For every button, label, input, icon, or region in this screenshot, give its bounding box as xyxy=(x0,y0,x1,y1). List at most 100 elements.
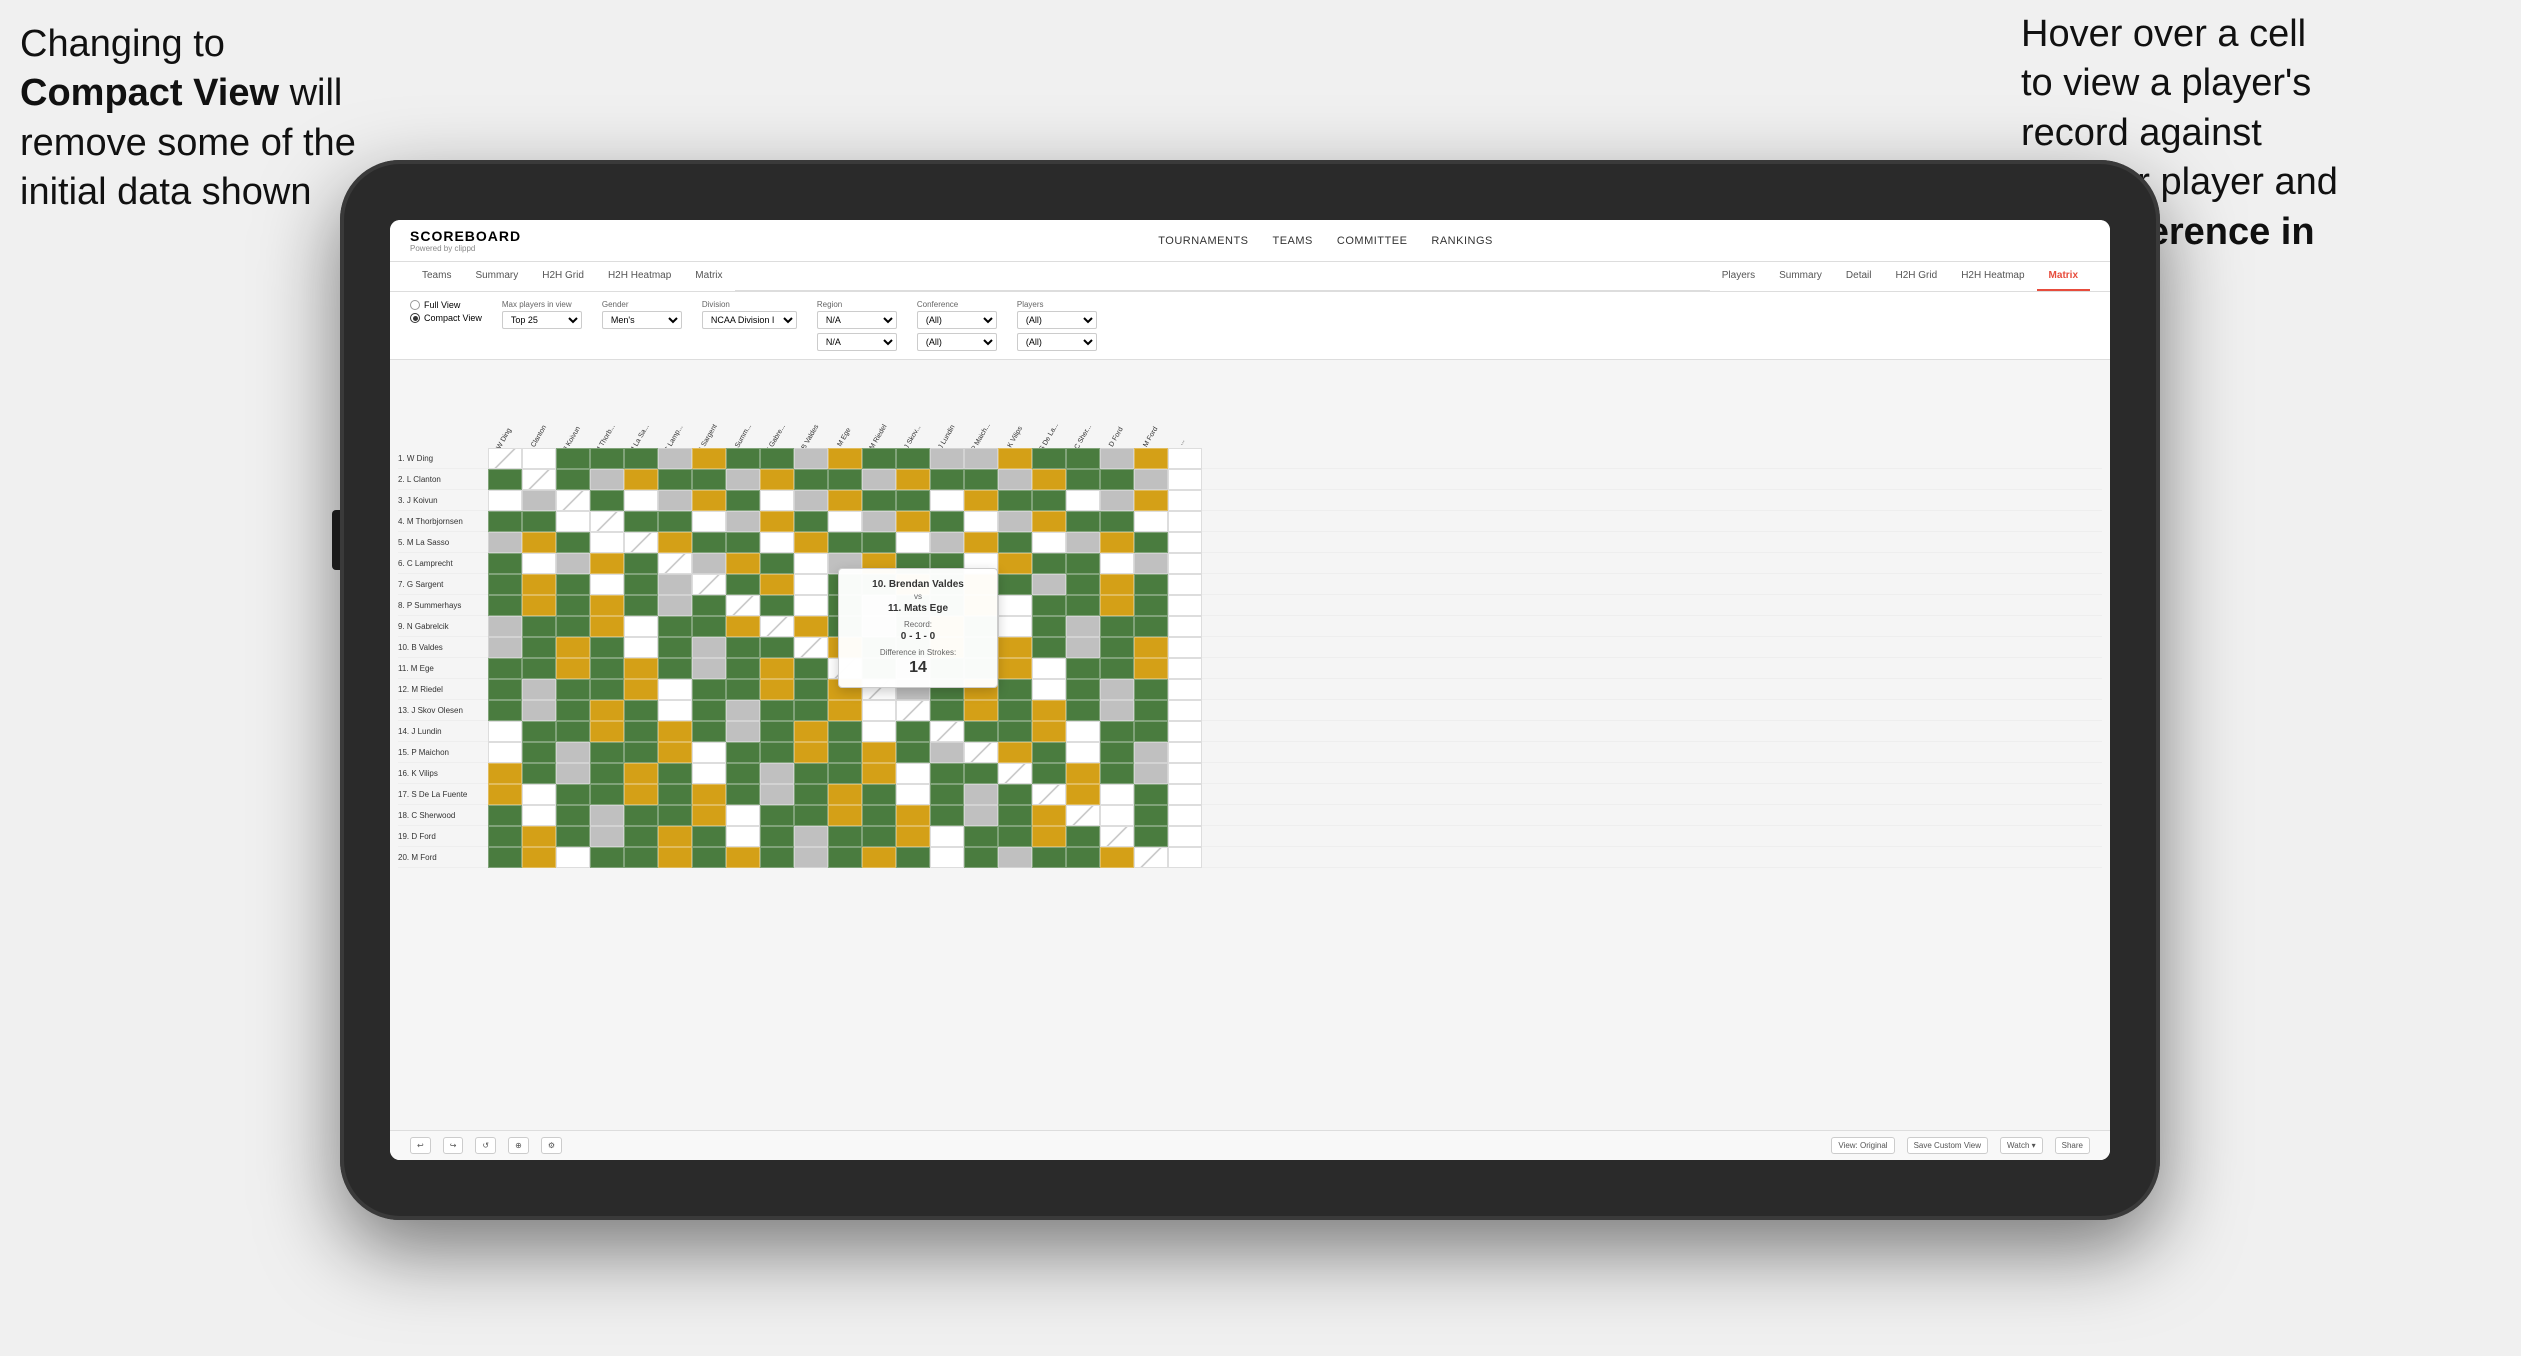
grid-cell-14-20[interactable] xyxy=(1168,742,1202,763)
grid-cell-17-13[interactable] xyxy=(930,805,964,826)
share-button[interactable]: Share xyxy=(2055,1137,2090,1154)
grid-cell-5-16[interactable] xyxy=(1032,553,1066,574)
grid-cell-5-15[interactable] xyxy=(998,553,1032,574)
grid-cell-18-11[interactable] xyxy=(862,826,896,847)
grid-cell-3-8[interactable] xyxy=(760,511,794,532)
grid-cell-19-13[interactable] xyxy=(930,847,964,868)
grid-cell-6-16[interactable] xyxy=(1032,574,1066,595)
grid-cell-3-20[interactable] xyxy=(1168,511,1202,532)
grid-cell-17-18[interactable] xyxy=(1100,805,1134,826)
grid-cell-17-15[interactable] xyxy=(998,805,1032,826)
grid-cell-10-0[interactable] xyxy=(488,658,522,679)
grid-cell-10-1[interactable] xyxy=(522,658,556,679)
grid-cell-14-1[interactable] xyxy=(522,742,556,763)
grid-cell-4-13[interactable] xyxy=(930,532,964,553)
filter-gender-select[interactable]: Men's xyxy=(602,311,682,329)
grid-cell-12-18[interactable] xyxy=(1100,700,1134,721)
grid-cell-13-1[interactable] xyxy=(522,721,556,742)
grid-cell-17-4[interactable] xyxy=(624,805,658,826)
grid-cell-6-3[interactable] xyxy=(590,574,624,595)
grid-cell-4-20[interactable] xyxy=(1168,532,1202,553)
grid-cell-4-11[interactable] xyxy=(862,532,896,553)
grid-cell-1-3[interactable] xyxy=(590,469,624,490)
grid-cell-14-4[interactable] xyxy=(624,742,658,763)
grid-cell-11-8[interactable] xyxy=(760,679,794,700)
grid-cell-4-0[interactable] xyxy=(488,532,522,553)
grid-cell-13-8[interactable] xyxy=(760,721,794,742)
grid-cell-18-5[interactable] xyxy=(658,826,692,847)
grid-cell-3-6[interactable] xyxy=(692,511,726,532)
grid-cell-9-17[interactable] xyxy=(1066,637,1100,658)
grid-cell-12-7[interactable] xyxy=(726,700,760,721)
grid-cell-15-14[interactable] xyxy=(964,763,998,784)
grid-cell-19-6[interactable] xyxy=(692,847,726,868)
grid-cell-16-10[interactable] xyxy=(828,784,862,805)
grid-cell-16-20[interactable] xyxy=(1168,784,1202,805)
grid-cell-15-10[interactable] xyxy=(828,763,862,784)
grid-cell-15-18[interactable] xyxy=(1100,763,1134,784)
grid-cell-14-7[interactable] xyxy=(726,742,760,763)
tab-h2h-heatmap2[interactable]: H2H Heatmap xyxy=(1949,262,2036,291)
grid-cell-10-4[interactable] xyxy=(624,658,658,679)
grid-cell-7-16[interactable] xyxy=(1032,595,1066,616)
grid-cell-4-19[interactable] xyxy=(1134,532,1168,553)
grid-cell-11-16[interactable] xyxy=(1032,679,1066,700)
grid-cell-9-4[interactable] xyxy=(624,637,658,658)
grid-cell-4-17[interactable] xyxy=(1066,532,1100,553)
grid-cell-11-9[interactable] xyxy=(794,679,828,700)
grid-cell-16-6[interactable] xyxy=(692,784,726,805)
grid-cell-13-9[interactable] xyxy=(794,721,828,742)
grid-cell-9-18[interactable] xyxy=(1100,637,1134,658)
grid-cell-7-1[interactable] xyxy=(522,595,556,616)
grid-cell-13-12[interactable] xyxy=(896,721,930,742)
grid-cell-14-19[interactable] xyxy=(1134,742,1168,763)
grid-cell-13-19[interactable] xyxy=(1134,721,1168,742)
grid-cell-14-5[interactable] xyxy=(658,742,692,763)
grid-cell-16-2[interactable] xyxy=(556,784,590,805)
grid-cell-7-8[interactable] xyxy=(760,595,794,616)
grid-cell-16-12[interactable] xyxy=(896,784,930,805)
grid-cell-17-5[interactable] xyxy=(658,805,692,826)
grid-cell-5-19[interactable] xyxy=(1134,553,1168,574)
grid-cell-1-15[interactable] xyxy=(998,469,1032,490)
grid-cell-19-7[interactable] xyxy=(726,847,760,868)
grid-cell-11-0[interactable] xyxy=(488,679,522,700)
grid-cell-7-17[interactable] xyxy=(1066,595,1100,616)
grid-cell-17-17[interactable] xyxy=(1066,805,1100,826)
filter-players-select2[interactable]: (All) xyxy=(1017,333,1097,351)
grid-cell-1-7[interactable] xyxy=(726,469,760,490)
grid-cell-14-12[interactable] xyxy=(896,742,930,763)
grid-cell-10-8[interactable] xyxy=(760,658,794,679)
settings-button[interactable]: ⚙ xyxy=(541,1137,562,1154)
grid-cell-15-17[interactable] xyxy=(1066,763,1100,784)
grid-cell-5-8[interactable] xyxy=(760,553,794,574)
grid-cell-17-12[interactable] xyxy=(896,805,930,826)
grid-cell-0-18[interactable] xyxy=(1100,448,1134,469)
grid-cell-7-0[interactable] xyxy=(488,595,522,616)
grid-cell-17-19[interactable] xyxy=(1134,805,1168,826)
grid-cell-1-8[interactable] xyxy=(760,469,794,490)
grid-cell-4-7[interactable] xyxy=(726,532,760,553)
grid-cell-5-6[interactable] xyxy=(692,553,726,574)
grid-cell-8-3[interactable] xyxy=(590,616,624,637)
grid-cell-3-19[interactable] xyxy=(1134,511,1168,532)
grid-cell-18-20[interactable] xyxy=(1168,826,1202,847)
grid-cell-14-6[interactable] xyxy=(692,742,726,763)
grid-cell-18-10[interactable] xyxy=(828,826,862,847)
grid-cell-15-15[interactable] xyxy=(998,763,1032,784)
grid-cell-16-17[interactable] xyxy=(1066,784,1100,805)
grid-cell-1-18[interactable] xyxy=(1100,469,1134,490)
grid-cell-8-2[interactable] xyxy=(556,616,590,637)
grid-cell-0-20[interactable] xyxy=(1168,448,1202,469)
nav-teams[interactable]: TEAMS xyxy=(1273,231,1313,251)
grid-cell-14-16[interactable] xyxy=(1032,742,1066,763)
grid-cell-9-9[interactable] xyxy=(794,637,828,658)
filter-conference-select[interactable]: (All) xyxy=(917,311,997,329)
grid-cell-12-11[interactable] xyxy=(862,700,896,721)
grid-cell-15-11[interactable] xyxy=(862,763,896,784)
grid-cell-16-11[interactable] xyxy=(862,784,896,805)
grid-cell-0-6[interactable] xyxy=(692,448,726,469)
grid-cell-19-17[interactable] xyxy=(1066,847,1100,868)
grid-cell-2-12[interactable] xyxy=(896,490,930,511)
zoom-button[interactable]: ⊕ xyxy=(508,1137,529,1154)
